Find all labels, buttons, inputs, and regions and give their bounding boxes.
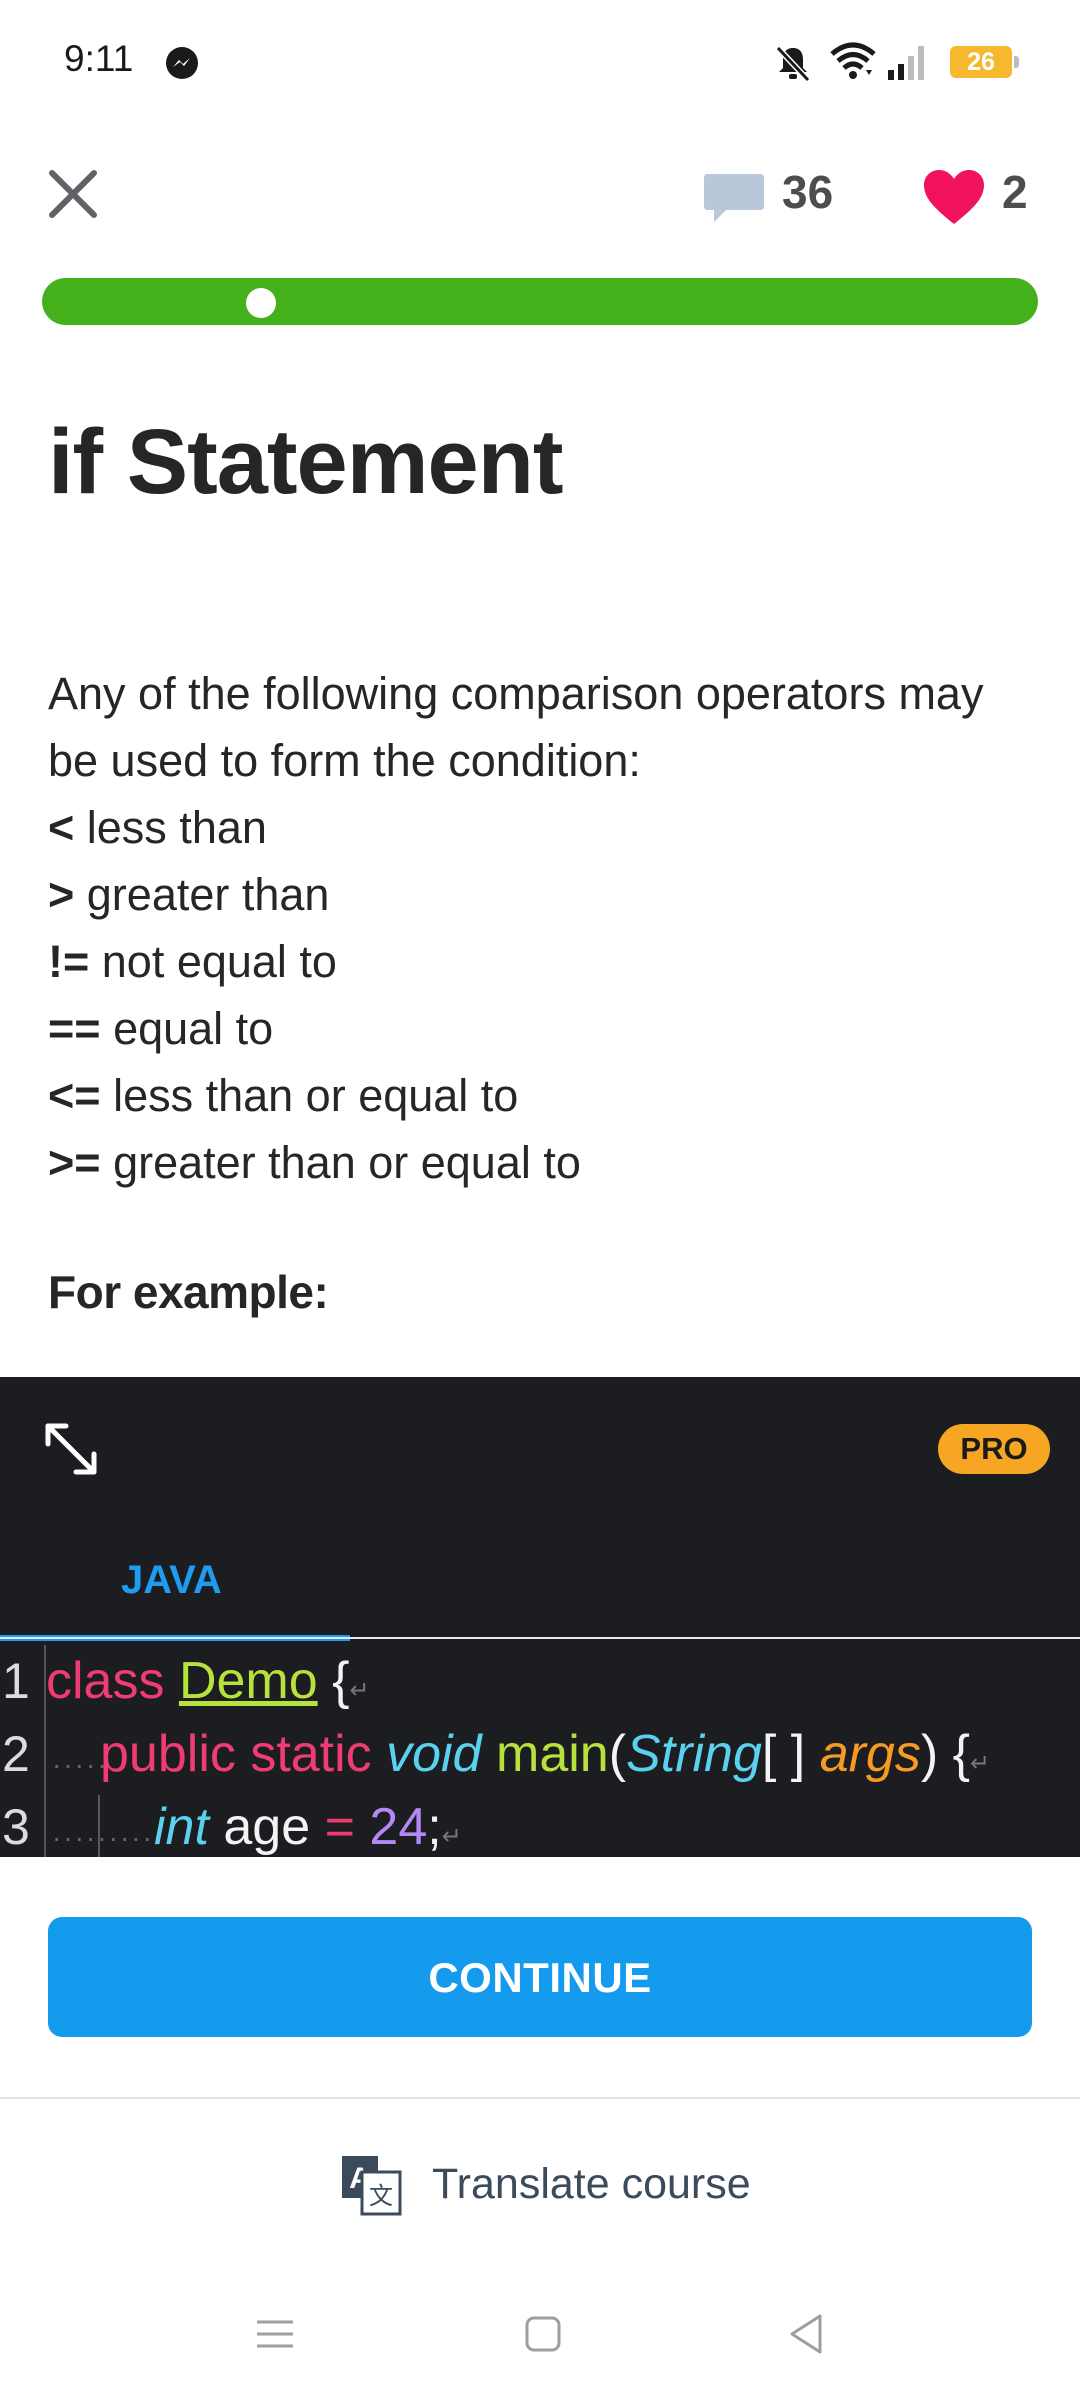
newline-marker-icon: ↵ — [349, 1677, 370, 1704]
operator-text: equal to — [100, 1003, 274, 1054]
param-name: args — [819, 1725, 921, 1783]
comment-icon[interactable] — [702, 170, 766, 226]
operator-line: < less than — [48, 794, 1038, 861]
operator-symbol: >= — [48, 1137, 101, 1188]
signal-icon — [888, 46, 924, 80]
translate-course-button[interactable]: A 文 Translate course — [340, 2150, 760, 2220]
code-line: 3 ·········· int age = 24;↵ — [0, 1791, 1080, 1857]
keyword: class — [46, 1652, 165, 1710]
operator-line: >= greater than or equal to — [48, 1129, 1038, 1196]
wifi-icon — [830, 42, 876, 79]
line-number: 2 — [2, 1726, 30, 1782]
paren-close: ) { — [920, 1725, 970, 1783]
number-literal: 24 — [369, 1798, 428, 1856]
operator-line: > greater than — [48, 861, 1038, 928]
heart-icon[interactable] — [922, 168, 986, 226]
tab-divider — [0, 1637, 1080, 1639]
hearts-count[interactable]: 2 — [1002, 165, 1028, 219]
operator-text: less than — [74, 802, 267, 853]
operator-text: less than or equal to — [100, 1070, 519, 1121]
operator-symbol: < — [48, 802, 75, 853]
operator-symbol: <= — [48, 1070, 101, 1121]
continue-button[interactable]: CONTINUE — [48, 1917, 1032, 2037]
operator-text: greater than — [74, 869, 330, 920]
class-name: Demo — [178, 1652, 318, 1710]
code-text: class Demo {↵ — [46, 1645, 370, 1727]
divider — [0, 2097, 1080, 2099]
comments-count[interactable]: 36 — [782, 165, 833, 219]
translate-label: Translate course — [432, 2160, 751, 2208]
tab-java-label: JAVA — [121, 1558, 222, 1602]
operator-text: not equal to — [89, 936, 337, 987]
for-example-heading: For example: — [48, 1266, 329, 1318]
code-text: public static void main(String[ ] args) … — [100, 1718, 990, 1800]
code-text: int age = 24;↵ — [154, 1791, 462, 1857]
close-icon[interactable] — [44, 165, 102, 223]
progress-fill — [42, 278, 1038, 325]
array-brackets: [ ] — [761, 1725, 806, 1783]
line-number: 3 — [2, 1799, 30, 1855]
tab-java[interactable]: JAVA — [0, 1540, 350, 1641]
operator-line: == equal to — [48, 995, 1038, 1062]
var-type: int — [154, 1798, 209, 1856]
battery-icon: 26 — [950, 46, 1019, 78]
status-time: 9:11 — [64, 38, 134, 79]
keyword: public static — [100, 1725, 372, 1783]
operator-line: != not equal to — [48, 928, 1038, 995]
progress-knob — [246, 288, 276, 318]
method-name: main — [496, 1725, 609, 1783]
operator-line: <= less than or equal to — [48, 1062, 1038, 1129]
assign-operator: = — [324, 1798, 355, 1856]
lesson-progress-bar — [42, 278, 1038, 325]
operator-symbol: == — [48, 1003, 101, 1054]
expand-icon[interactable] — [40, 1418, 102, 1480]
code-editor[interactable]: 1 class Demo {↵ 2 ····· public static vo… — [0, 1645, 1080, 1857]
pro-badge[interactable]: PRO — [938, 1424, 1050, 1474]
line-number: 1 — [2, 1653, 30, 1709]
operator-symbol: != — [48, 936, 90, 987]
operator-text: greater than or equal to — [100, 1137, 581, 1188]
return-type: void — [386, 1725, 482, 1783]
brace: { — [332, 1652, 350, 1710]
var-name: age — [223, 1798, 311, 1856]
code-line: 1 class Demo {↵ — [0, 1645, 1080, 1718]
mute-bell-icon — [775, 45, 811, 83]
semicolon: ; — [427, 1798, 442, 1856]
operator-symbol: > — [48, 869, 75, 920]
messenger-icon — [166, 47, 198, 79]
code-line: 2 ····· public static void main(String[ … — [0, 1718, 1080, 1791]
back-icon[interactable] — [786, 2312, 826, 2356]
status-bar: 9:11 26 — [0, 0, 1080, 125]
battery-level: 26 — [967, 48, 995, 76]
recent-apps-icon[interactable] — [255, 2314, 295, 2354]
translate-icon: A 文 — [342, 2156, 402, 2216]
page-title: if Statement — [48, 411, 564, 513]
svg-text:文: 文 — [369, 2183, 393, 2210]
lesson-intro: Any of the following comparison operator… — [48, 668, 984, 786]
newline-marker-icon: ↵ — [969, 1750, 991, 1777]
paren-open: ( — [608, 1725, 627, 1783]
newline-marker-icon: ↵ — [441, 1823, 462, 1850]
indent-dots: ·········· — [52, 1822, 166, 1853]
lesson-body: Any of the following comparison operator… — [48, 660, 1038, 1196]
home-icon[interactable] — [523, 2314, 563, 2354]
param-type: String — [626, 1725, 762, 1783]
